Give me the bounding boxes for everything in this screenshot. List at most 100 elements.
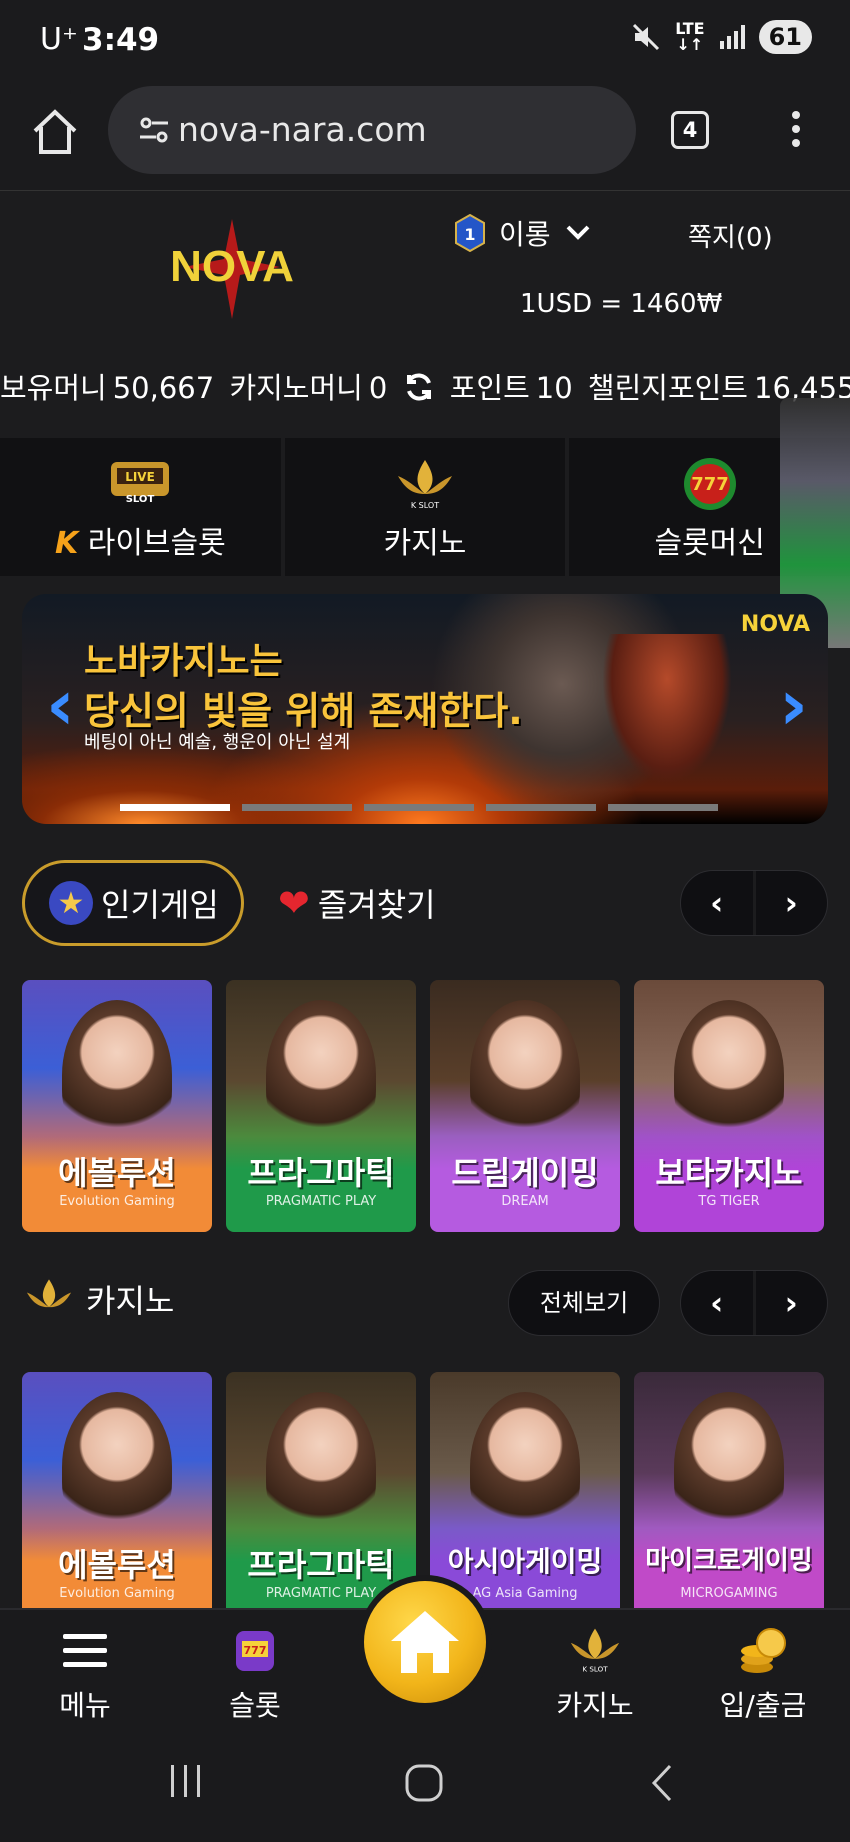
home-nav-icon[interactable] — [404, 1763, 444, 1803]
model-photo — [266, 1392, 376, 1542]
pagination-dot[interactable] — [486, 804, 596, 811]
provider-logo: PRAGMATIC PLAY — [265, 1194, 377, 1209]
game-title: 프라그마틱 — [247, 1546, 395, 1584]
model-photo — [470, 1392, 580, 1542]
battery-indicator: 61 — [758, 20, 812, 54]
model-photo — [470, 1000, 580, 1150]
casino-money-label: 카지노머니 — [229, 371, 363, 405]
provider-logo: DREAM — [501, 1194, 549, 1209]
banner-prev-icon[interactable]: ‹ — [46, 664, 75, 746]
tab-label: 인기게임 — [101, 886, 219, 924]
chevron-left-icon[interactable]: ‹ — [681, 1271, 756, 1335]
svg-text:1: 1 — [464, 225, 475, 244]
site-settings-icon[interactable] — [138, 114, 170, 146]
kslot-icon — [26, 1279, 72, 1308]
banner-headline-2: 당신의 빛을 위해 존재한다. — [84, 689, 523, 733]
nav-menu[interactable]: 메뉴 — [10, 1622, 160, 1724]
nav-slot[interactable]: 777 슬롯 — [180, 1622, 330, 1724]
svg-text:NOVA: NOVA — [170, 242, 294, 291]
challenge-point-label: 챌린지포인트 — [587, 371, 748, 405]
nav-label: 카지노 — [556, 1689, 634, 1722]
home-fab-button[interactable] — [358, 1575, 492, 1709]
game-card[interactable]: 마이크로게이밍 MICROGAMING — [634, 1372, 824, 1624]
category-live-slot[interactable]: LIVE SLOT K 라이브슬롯 — [0, 438, 285, 576]
game-title: 드림게이밍 — [451, 1154, 599, 1192]
chevron-left-icon[interactable]: ‹ — [681, 871, 756, 935]
model-photo — [266, 1000, 376, 1150]
k-logo-icon: K — [54, 526, 79, 561]
game-card[interactable]: 프라그마틱 PRAGMATIC PLAY — [226, 980, 416, 1232]
browser-toolbar: nova-nara.com 4 — [0, 82, 850, 190]
casino-carousel-nav: ‹ › — [680, 1270, 828, 1336]
heart-icon: ❤ — [278, 881, 310, 925]
provider-logo: Evolution Gaming — [59, 1194, 175, 1209]
tab-label: 즐겨찾기 — [317, 886, 436, 924]
pagination-dot[interactable] — [242, 804, 352, 811]
messages-link[interactable]: 쪽지(0) — [688, 217, 773, 254]
game-title: 마이크로게이밍 — [645, 1546, 813, 1576]
user-menu[interactable]: 1 이롱 — [455, 213, 591, 253]
site-header: NOVA 1 이롱 쪽지(0) 1USD = 1460₩ — [0, 190, 850, 345]
tab-popular-games[interactable]: ★ 인기게임 — [22, 860, 244, 946]
nav-label: 슬롯 — [229, 1689, 281, 1722]
provider-logo: TG TIGER — [698, 1194, 760, 1209]
pagination-dot[interactable] — [120, 804, 230, 811]
recent-apps-icon[interactable] — [168, 1763, 204, 1799]
game-title: 프라그마틱 — [247, 1154, 395, 1192]
money-value: 50,667 — [112, 371, 215, 405]
svg-text:777: 777 — [244, 1644, 267, 1657]
promo-banner[interactable]: 노바카지노는 당신의 빛을 위해 존재한다. 베팅이 아닌 예술, 행운이 아닌… — [22, 594, 828, 824]
kslot-icon: K SLOT — [570, 1628, 620, 1673]
nav-deposit-withdraw[interactable]: 입/출금 — [688, 1622, 838, 1724]
star-icon: ★ — [49, 881, 93, 925]
banner-next-icon[interactable]: › — [779, 664, 808, 746]
hamburger-icon — [63, 1634, 107, 1667]
clock: 3:49 — [82, 22, 160, 58]
game-card[interactable]: 에볼루션 Evolution Gaming — [22, 1372, 212, 1624]
signal-icon — [719, 25, 745, 49]
pagination-dot[interactable] — [364, 804, 474, 811]
svg-text:LIVE: LIVE — [126, 470, 156, 484]
nova-logo[interactable]: NOVA — [140, 219, 325, 319]
username: 이롱 — [499, 218, 551, 251]
banner-headline-1: 노바카지노는 — [84, 641, 283, 682]
model-photo — [674, 1392, 784, 1542]
live-slot-icon: LIVE SLOT — [111, 462, 170, 505]
category-label: 라이브슬롯 — [87, 526, 226, 561]
home-icon[interactable] — [30, 107, 80, 157]
banner-pagination — [120, 804, 718, 811]
mute-icon — [633, 23, 660, 51]
game-card[interactable]: 드림게이밍 DREAM — [430, 980, 620, 1232]
nav-label: 메뉴 — [59, 1689, 111, 1722]
banner-logo: NOVA — [740, 612, 810, 637]
status-bar: U⁺ 3:49 LTE ↓↑ 61 — [0, 0, 850, 82]
casino-money-value: 0 — [368, 371, 388, 405]
view-all-button[interactable]: 전체보기 — [508, 1270, 660, 1336]
777-slots-icon: 777 — [683, 458, 736, 510]
tab-favorites[interactable]: ❤ 즐겨찾기 — [278, 880, 436, 926]
lte-icon: LTE ↓↑ — [675, 19, 705, 54]
chevron-down-icon — [566, 225, 589, 240]
chevron-right-icon[interactable]: › — [756, 1271, 828, 1335]
back-icon[interactable] — [648, 1763, 676, 1803]
chevron-right-icon[interactable]: › — [756, 871, 828, 935]
provider-logo: Evolution Gaming — [59, 1586, 175, 1601]
system-nav-bar — [0, 1733, 850, 1842]
section-title: 카지노 — [86, 1282, 175, 1320]
game-card[interactable]: 보타카지노 TG TIGER — [634, 980, 824, 1232]
tab-switcher-button[interactable]: 4 — [671, 111, 709, 149]
refresh-icon[interactable] — [403, 371, 435, 403]
game-title: 아시아게이밍 — [447, 1545, 603, 1578]
category-casino[interactable]: K SLOT 카지노 — [285, 438, 570, 576]
casino-section-header: 카지노 — [22, 1276, 174, 1322]
overflow-menu-icon[interactable] — [786, 107, 806, 157]
game-card[interactable]: 에볼루션 Evolution Gaming — [22, 980, 212, 1232]
nav-casino[interactable]: K SLOT 카지노 — [520, 1622, 670, 1724]
svg-text:777: 777 — [691, 474, 729, 495]
address-bar[interactable]: nova-nara.com — [108, 86, 636, 174]
svg-text:SLOT: SLOT — [126, 494, 155, 505]
game-title: 에볼루션 — [58, 1154, 176, 1192]
astronaut-illustration — [602, 634, 732, 784]
model-photo — [62, 1392, 172, 1542]
pagination-dot[interactable] — [608, 804, 718, 811]
